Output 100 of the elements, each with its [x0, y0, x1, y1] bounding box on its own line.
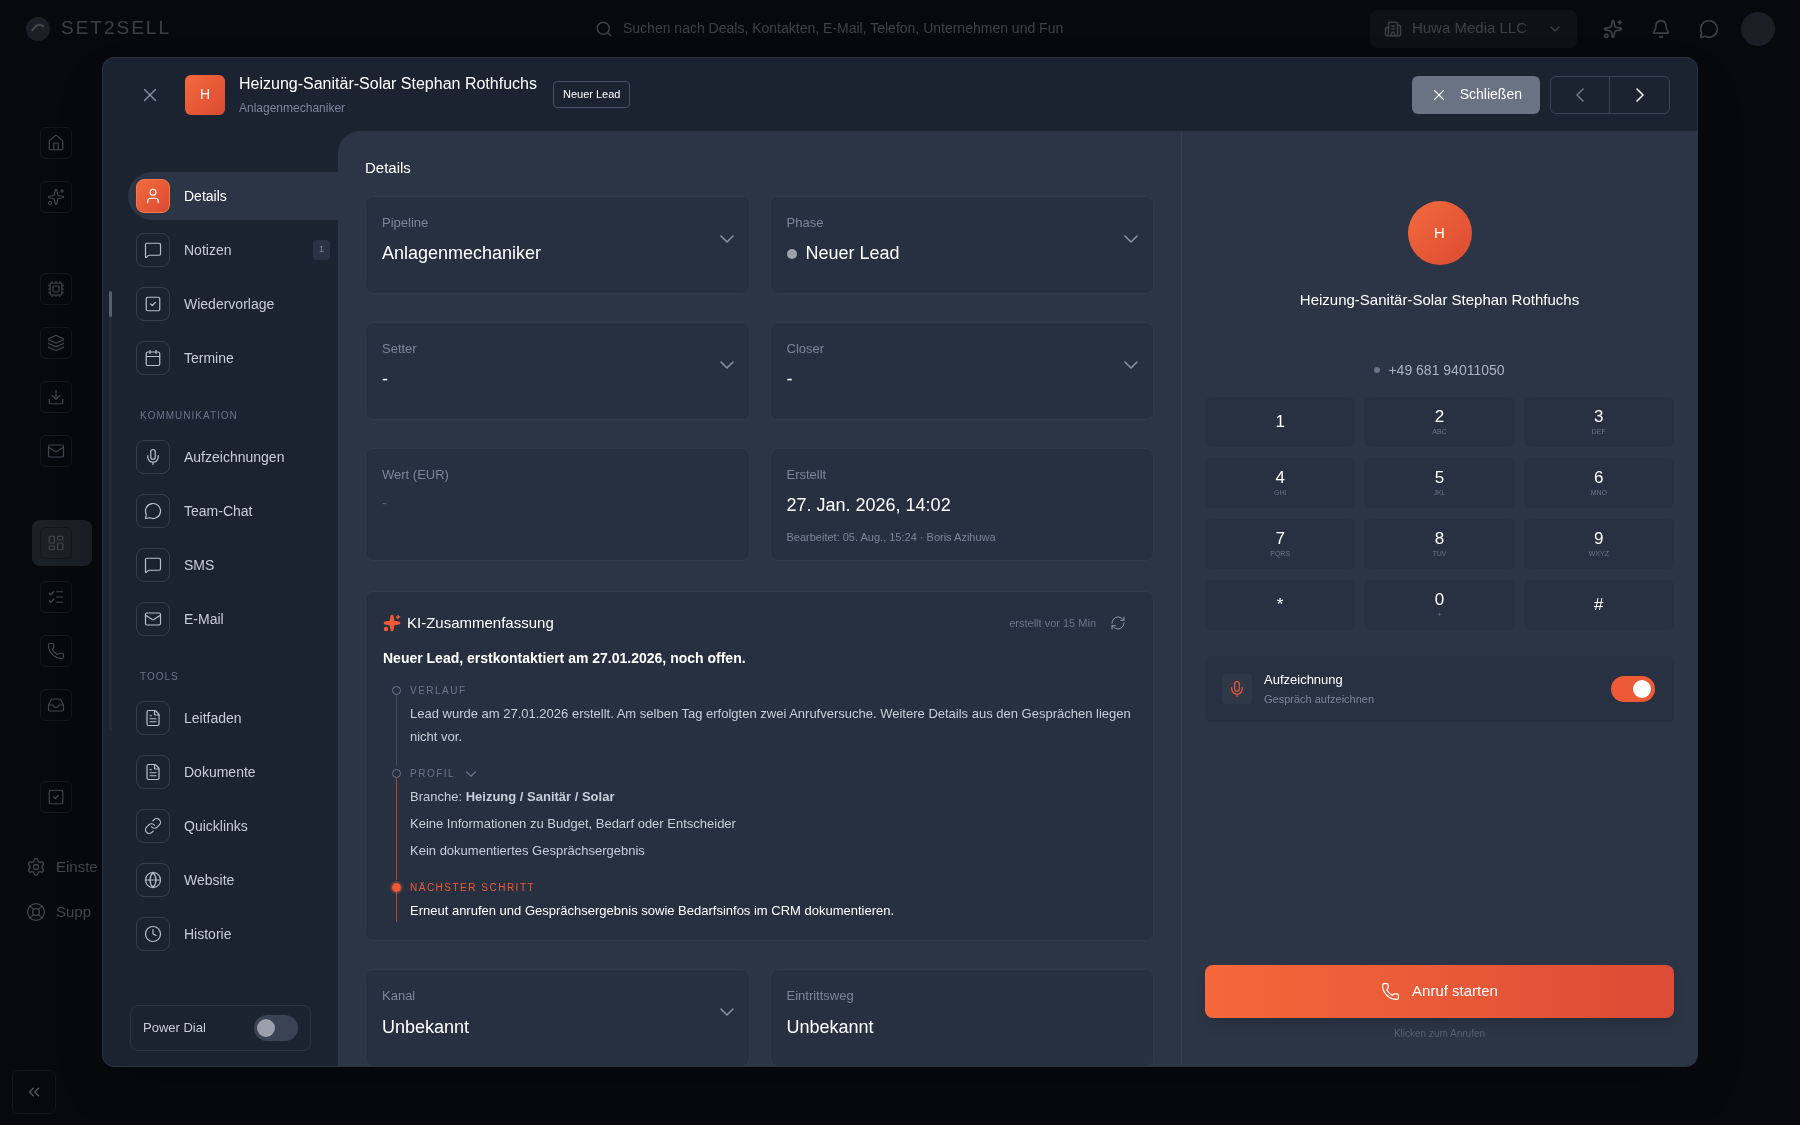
link-icon — [144, 817, 162, 835]
globe-icon — [144, 871, 162, 889]
notification-icon[interactable] — [1651, 18, 1671, 39]
field-card[interactable]: Eintrittsweg Unbekannt — [769, 969, 1154, 1066]
summary-timestamp: erstellt vor 15 Min — [1009, 615, 1096, 631]
field-value: Anlagenmechaniker — [382, 242, 542, 265]
phone-icon — [47, 642, 65, 660]
dial-key[interactable]: * — [1205, 579, 1356, 630]
field-label: Kanal — [382, 987, 417, 1005]
sidebar-item[interactable]: Notizen 1 — [128, 226, 338, 274]
field-card[interactable]: Wert (EUR) - — [365, 447, 750, 561]
field-value: - — [382, 368, 388, 391]
logo-icon — [25, 15, 51, 42]
sidebar-item[interactable]: SMS — [128, 541, 338, 589]
field-label: Setter — [382, 339, 418, 358]
section-heading: TOOLS — [139, 670, 180, 684]
nav-label: Einste — [56, 857, 98, 877]
recording-toggle[interactable] — [1611, 675, 1655, 702]
checklist-icon — [47, 588, 65, 606]
sidebar-item[interactable]: Wiedervorlage — [128, 280, 338, 328]
field-label: Pipeline — [382, 213, 430, 232]
search-icon — [595, 19, 613, 38]
sidebar-item[interactable]: Leitfaden — [128, 694, 338, 742]
count-badge: 1 — [313, 240, 330, 260]
chevron-right-icon — [1635, 87, 1644, 102]
edit-note: Bearbeitet: 05. Aug., 15:24 · Boris Azihuwa — [786, 530, 997, 545]
refresh-icon[interactable] — [1110, 614, 1126, 631]
timeline-heading: PROFIL — [410, 767, 456, 781]
field-value: Neuer Lead — [805, 242, 900, 265]
sidebar-item[interactable]: Termine — [128, 334, 338, 382]
microphone-icon — [1228, 679, 1246, 698]
nav-label: Supp — [56, 901, 92, 922]
power-dial-toggle[interactable] — [254, 1015, 298, 1041]
message-icon — [144, 241, 162, 259]
sidebar-item[interactable]: Aufzeichnungen — [128, 433, 338, 481]
microphone-icon — [144, 448, 162, 466]
app-logo: SET2SELL — [61, 16, 171, 41]
sidebar-item[interactable]: Dokumente — [128, 748, 338, 796]
close-text-button[interactable]: Schließen — [1411, 75, 1540, 114]
timeline-text: Erneut anrufen und Gesprächsergebnis sowie Bedarfsinfos im CRM dokumentieren. — [410, 902, 895, 920]
section-title: Details — [365, 158, 412, 178]
inbox-icon — [47, 696, 65, 714]
field-card[interactable]: Closer - — [769, 321, 1154, 420]
checkbox-icon — [47, 788, 65, 806]
sidebar-item[interactable]: Historie — [128, 910, 338, 958]
field-card[interactable]: Erstellt 27. Jan. 2026, 14:02 Bearbeitet: 05. Aug., 15:24 · Boris Azihuwa — [769, 447, 1154, 561]
chat-bubble-icon — [144, 502, 162, 520]
envelope-icon — [47, 442, 65, 460]
layers-icon — [47, 334, 65, 352]
field-label: Wert (EUR) — [382, 465, 450, 484]
board-icon — [47, 534, 65, 552]
clock-icon — [144, 925, 162, 943]
sparkle-icon — [383, 613, 401, 632]
phone-number: +49 681 94011050 — [1388, 360, 1505, 380]
phone-icon — [1381, 982, 1401, 1001]
sparkle-icon[interactable] — [1603, 18, 1623, 39]
download-icon — [47, 388, 65, 406]
dial-key[interactable]: 1 — [1205, 396, 1356, 447]
checkbox-icon — [144, 295, 162, 313]
chat-bubble-icon[interactable] — [1699, 18, 1719, 39]
chevron-left-icon — [1576, 87, 1584, 102]
field-card[interactable]: Pipeline Anlagenmechaniker — [365, 195, 750, 294]
field-label: Erstellt — [786, 465, 828, 484]
lead-title: Heizung-Sanitär-Solar Stephan Rothfuchs — [239, 74, 537, 94]
contact-name: Heizung-Sanitär-Solar Stephan Rothfuchs — [1299, 290, 1580, 310]
field-card[interactable]: Phase Neuer Lead — [769, 195, 1154, 294]
document-icon — [144, 709, 162, 727]
sidebar-item[interactable]: E-Mail — [128, 595, 338, 643]
lead-avatar: H — [185, 74, 225, 115]
field-label: Phase — [786, 213, 825, 232]
user-icon — [144, 187, 162, 205]
start-call-button[interactable]: Anruf starten — [1205, 965, 1674, 1018]
sidebar-item[interactable]: Details — [128, 172, 338, 220]
sidebar-item[interactable]: Quicklinks — [128, 802, 338, 850]
recording-subtitle: Gespräch aufzeichnen — [1264, 692, 1376, 707]
message-icon — [144, 556, 162, 574]
status-badge: Neuer Lead — [552, 81, 631, 108]
scrollbar-thumb[interactable] — [109, 291, 112, 317]
chip-icon — [47, 280, 65, 298]
timeline-text: Branche: Heizung / Sanitär / Solar — [410, 788, 616, 806]
recording-title: Aufzeichnung — [1264, 670, 1344, 689]
timeline-text: Keine Informationen zu Budget, Bedarf oder Entscheider — [410, 815, 736, 833]
field-label: Eintrittsweg — [786, 987, 855, 1005]
sparkle-icon — [47, 188, 65, 206]
lifebuoy-icon — [26, 901, 46, 922]
field-label: Closer — [786, 339, 826, 358]
timeline-heading: VERLAUF — [410, 684, 467, 698]
dial-key[interactable]: # — [1523, 579, 1674, 630]
timeline-text: Lead wurde am 27.01.2026 erstellt. Am selben Tag erfolgten zwei Anrufversuche. Weitere Details aus den Gesprächen liegen nicht vor. — [410, 705, 1132, 746]
summary-title: KI-Zusammenfassung — [407, 612, 555, 633]
nav-item[interactable] — [32, 520, 92, 566]
field-value: 27. Jan. 2026, 14:02 — [786, 494, 951, 517]
document-icon — [144, 763, 162, 781]
field-card[interactable]: Setter - — [365, 321, 750, 420]
lead-subtitle: Anlagenmechaniker — [239, 100, 347, 117]
user-avatar[interactable] — [1741, 11, 1775, 46]
sidebar-item[interactable]: Website — [128, 856, 338, 904]
field-card[interactable]: Kanal Unbekannt — [365, 969, 750, 1066]
sidebar-item[interactable]: Team-Chat — [128, 487, 338, 535]
building-icon — [1383, 19, 1402, 38]
